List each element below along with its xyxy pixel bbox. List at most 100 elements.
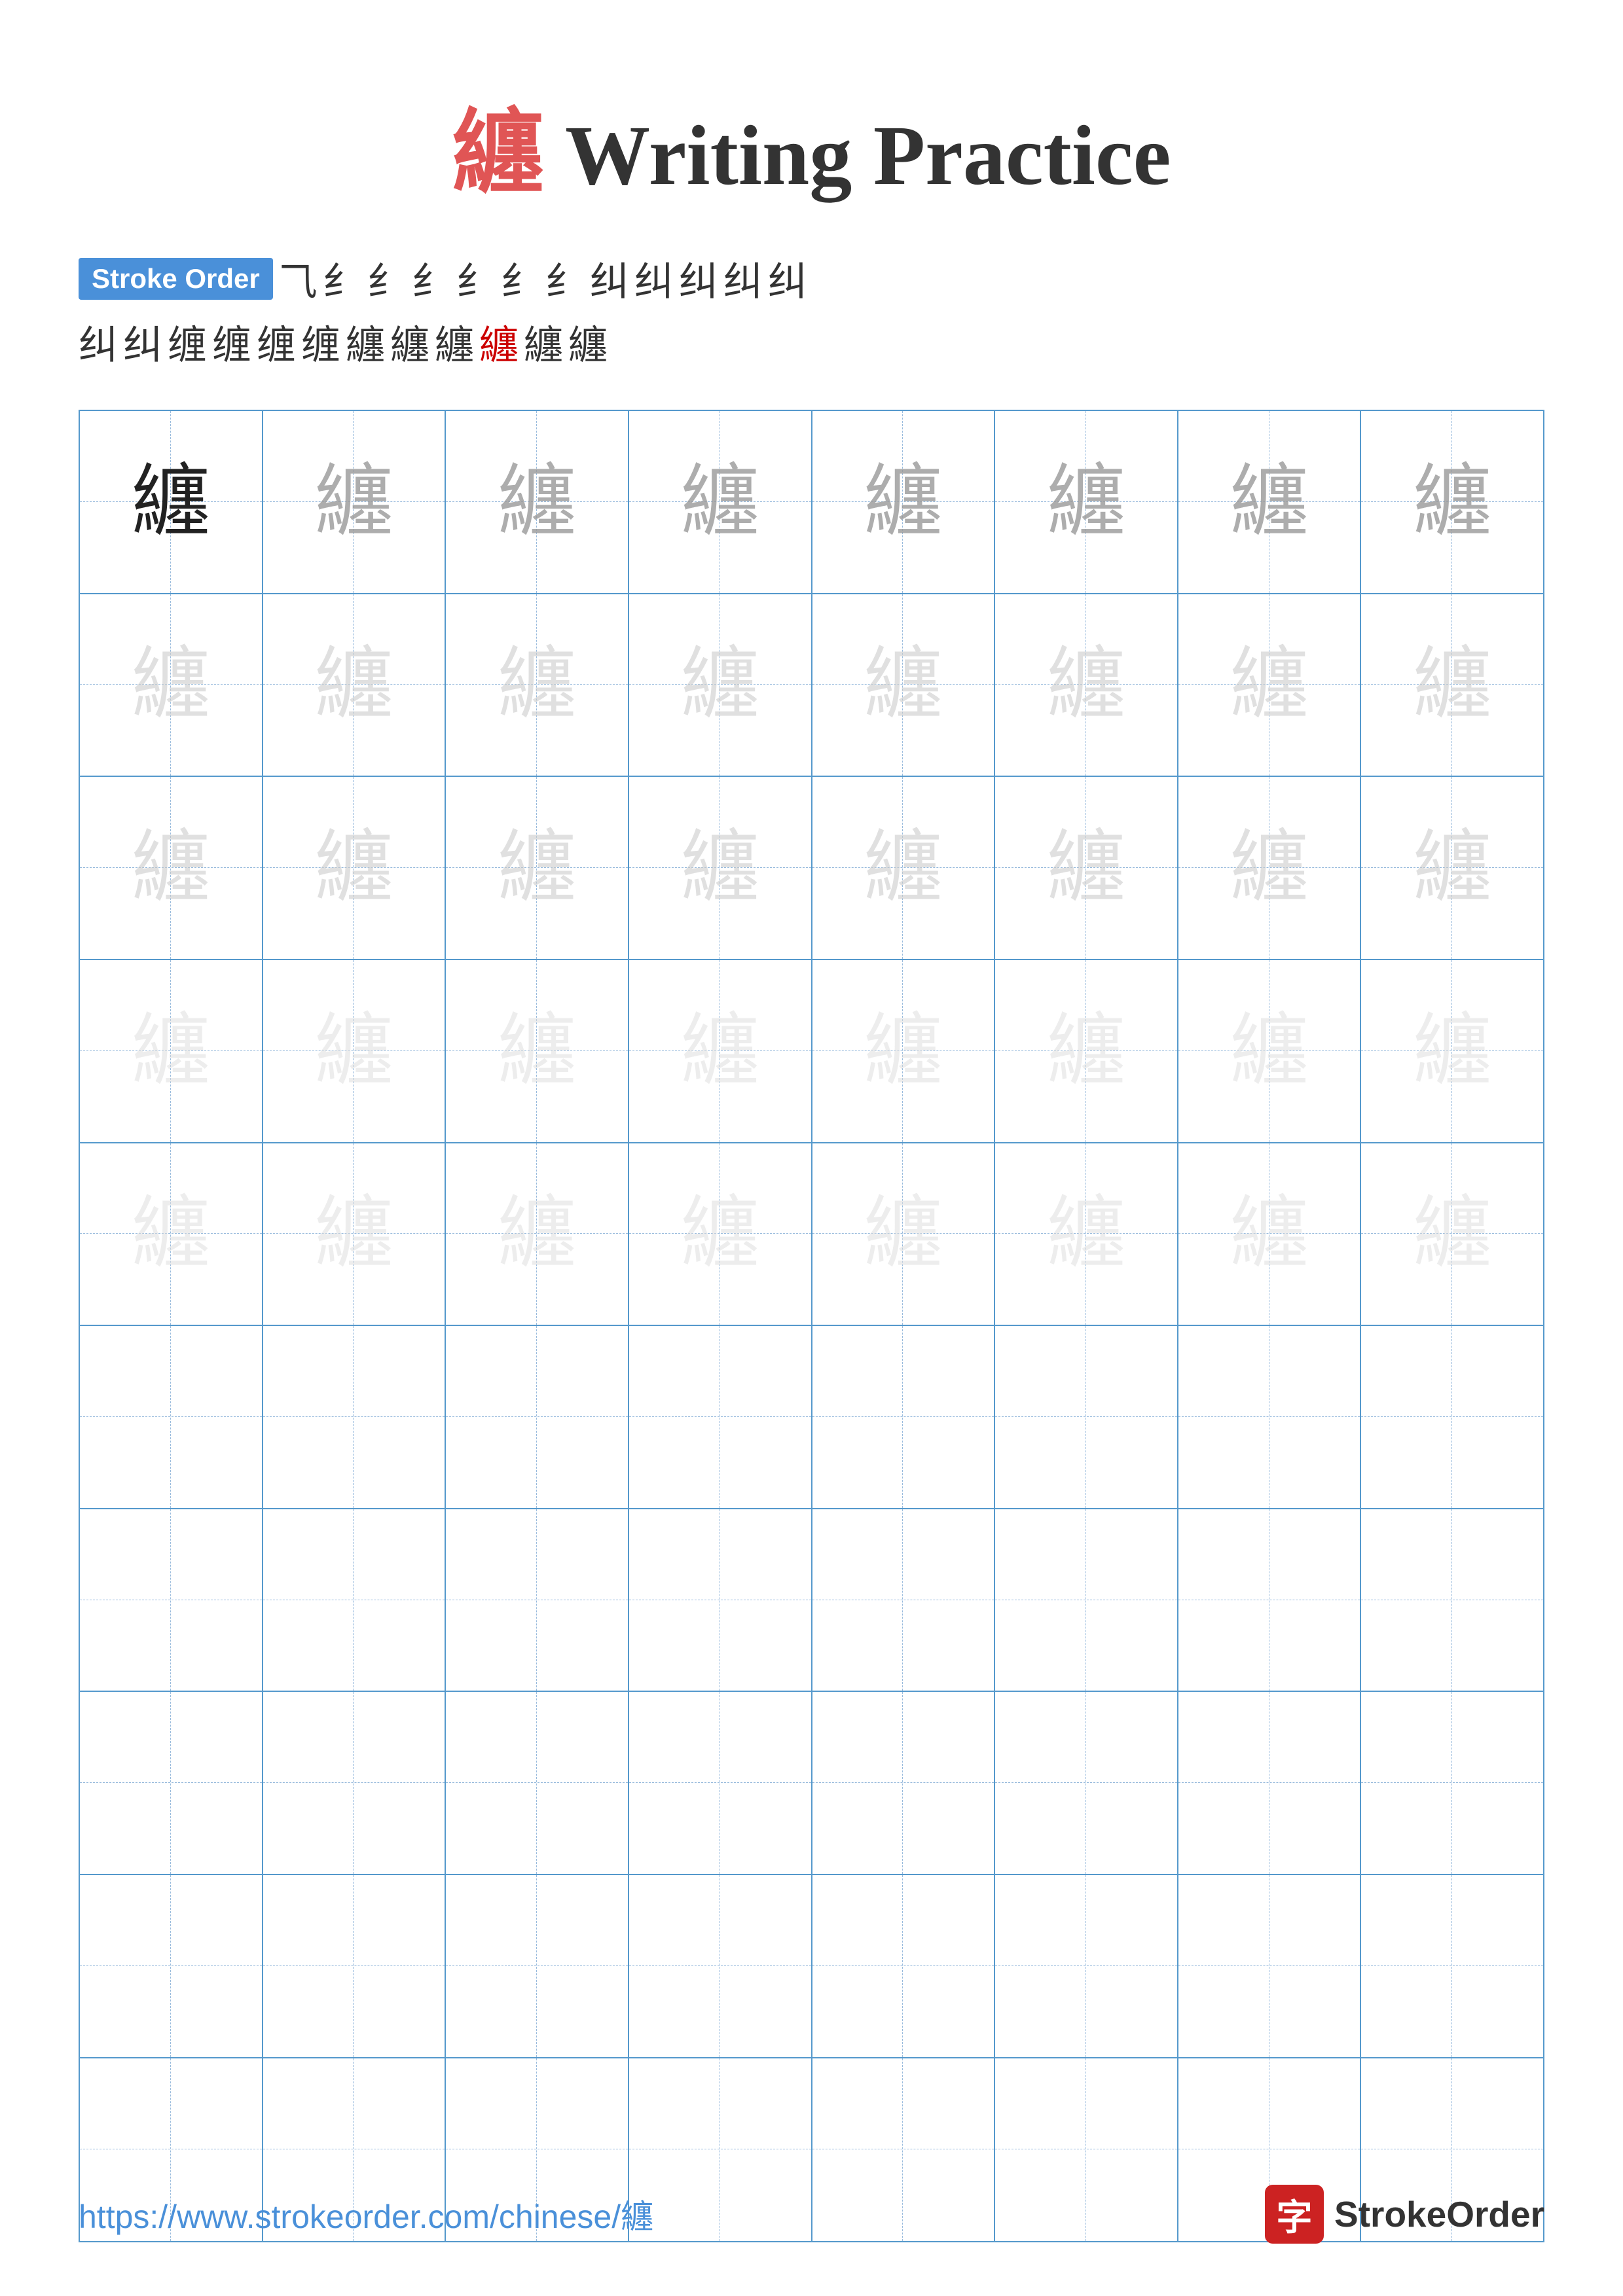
- grid-cell-r4c5[interactable]: 纏: [812, 960, 996, 1143]
- cell-char: 纏: [314, 829, 393, 907]
- grid-cell-r3c5[interactable]: 纏: [812, 777, 996, 960]
- grid-cell-r7c3[interactable]: [446, 1509, 629, 1693]
- title-english-text: Writing Practice: [565, 109, 1171, 203]
- grid-cell-r8c6[interactable]: [995, 1692, 1178, 1875]
- grid-cell-r2c8[interactable]: 纏: [1361, 594, 1543, 778]
- grid-cell-r4c1[interactable]: 纏: [80, 960, 263, 1143]
- grid-cell-r5c8[interactable]: 纏: [1361, 1143, 1543, 1327]
- grid-cell-r8c8[interactable]: [1361, 1692, 1543, 1875]
- grid-row-8: [80, 1692, 1543, 1875]
- cell-char: 纏: [498, 1012, 576, 1090]
- grid-cell-r3c8[interactable]: 纏: [1361, 777, 1543, 960]
- grid-row-3: 纏 纏 纏 纏 纏 纏 纏 纏: [80, 777, 1543, 960]
- grid-cell-r6c5[interactable]: [812, 1326, 996, 1509]
- grid-cell-r2c1[interactable]: 纏: [80, 594, 263, 778]
- grid-cell-r4c3[interactable]: 纏: [446, 960, 629, 1143]
- grid-cell-r9c1[interactable]: [80, 1875, 263, 2058]
- grid-cell-r7c5[interactable]: [812, 1509, 996, 1693]
- grid-cell-r8c4[interactable]: [629, 1692, 812, 1875]
- grid-cell-r5c1[interactable]: 纏: [80, 1143, 263, 1327]
- grid-cell-r6c4[interactable]: [629, 1326, 812, 1509]
- stroke-char-17: 缠: [257, 314, 296, 370]
- grid-cell-r3c3[interactable]: 纏: [446, 777, 629, 960]
- stroke-char-12: 纠: [768, 250, 807, 307]
- cell-char: 纏: [1230, 1012, 1309, 1090]
- grid-cell-r4c8[interactable]: 纏: [1361, 960, 1543, 1143]
- grid-cell-r2c5[interactable]: 纏: [812, 594, 996, 778]
- grid-cell-r9c6[interactable]: [995, 1875, 1178, 2058]
- grid-cell-r6c3[interactable]: [446, 1326, 629, 1509]
- grid-row-4: 纏 纏 纏 纏 纏 纏 纏 纏: [80, 960, 1543, 1143]
- stroke-char-4: 纟: [412, 250, 451, 307]
- stroke-char-21: 纏: [435, 314, 474, 370]
- grid-cell-r6c7[interactable]: [1178, 1326, 1362, 1509]
- stroke-char-20: 纏: [390, 314, 429, 370]
- grid-cell-r7c7[interactable]: [1178, 1509, 1362, 1693]
- stroke-char-5: 纟: [456, 250, 496, 307]
- cell-char: 纏: [681, 1194, 759, 1273]
- grid-cell-r8c7[interactable]: [1178, 1692, 1362, 1875]
- cell-char: 纏: [681, 829, 759, 907]
- grid-cell-r1c3[interactable]: 纏: [446, 411, 629, 594]
- cell-char: 纏: [1230, 463, 1309, 541]
- grid-cell-r9c3[interactable]: [446, 1875, 629, 2058]
- grid-cell-r7c2[interactable]: [263, 1509, 447, 1693]
- grid-cell-r1c1[interactable]: 纏: [80, 411, 263, 594]
- grid-cell-r2c6[interactable]: 纏: [995, 594, 1178, 778]
- grid-cell-r7c1[interactable]: [80, 1509, 263, 1693]
- cell-char: 纏: [498, 829, 576, 907]
- grid-cell-r6c6[interactable]: [995, 1326, 1178, 1509]
- grid-cell-r3c6[interactable]: 纏: [995, 777, 1178, 960]
- grid-cell-r7c6[interactable]: [995, 1509, 1178, 1693]
- grid-cell-r8c3[interactable]: [446, 1692, 629, 1875]
- grid-cell-r1c2[interactable]: 纏: [263, 411, 447, 594]
- grid-cell-r4c7[interactable]: 纏: [1178, 960, 1362, 1143]
- grid-cell-r7c8[interactable]: [1361, 1509, 1543, 1693]
- grid-cell-r9c4[interactable]: [629, 1875, 812, 2058]
- grid-cell-r6c8[interactable]: [1361, 1326, 1543, 1509]
- grid-cell-r8c1[interactable]: [80, 1692, 263, 1875]
- grid-cell-r9c8[interactable]: [1361, 1875, 1543, 2058]
- stroke-char-10: 纠: [679, 250, 718, 307]
- stroke-char-7: 纟: [545, 250, 585, 307]
- grid-cell-r1c6[interactable]: 纏: [995, 411, 1178, 594]
- grid-cell-r4c4[interactable]: 纏: [629, 960, 812, 1143]
- grid-cell-r9c2[interactable]: [263, 1875, 447, 2058]
- cell-char: 纏: [1413, 1194, 1491, 1273]
- grid-cell-r1c8[interactable]: 纏: [1361, 411, 1543, 594]
- cell-char: 纏: [1047, 645, 1125, 724]
- grid-cell-r2c2[interactable]: 纏: [263, 594, 447, 778]
- grid-cell-r9c7[interactable]: [1178, 1875, 1362, 2058]
- footer-url[interactable]: https://www.strokeorder.com/chinese/纏: [79, 2191, 653, 2238]
- grid-cell-r3c2[interactable]: 纏: [263, 777, 447, 960]
- grid-cell-r5c5[interactable]: 纏: [812, 1143, 996, 1327]
- grid-cell-r5c6[interactable]: 纏: [995, 1143, 1178, 1327]
- cell-char: 纏: [132, 645, 210, 724]
- grid-row-5: 纏 纏 纏 纏 纏 纏 纏 纏: [80, 1143, 1543, 1327]
- grid-cell-r1c7[interactable]: 纏: [1178, 411, 1362, 594]
- grid-cell-r3c7[interactable]: 纏: [1178, 777, 1362, 960]
- grid-cell-r1c5[interactable]: 纏: [812, 411, 996, 594]
- grid-cell-r4c6[interactable]: 纏: [995, 960, 1178, 1143]
- grid-cell-r5c2[interactable]: 纏: [263, 1143, 447, 1327]
- grid-cell-r3c1[interactable]: 纏: [80, 777, 263, 960]
- grid-cell-r2c4[interactable]: 纏: [629, 594, 812, 778]
- grid-cell-r4c2[interactable]: 纏: [263, 960, 447, 1143]
- grid-cell-r6c1[interactable]: [80, 1326, 263, 1509]
- grid-cell-r6c2[interactable]: [263, 1326, 447, 1509]
- grid-cell-r5c7[interactable]: 纏: [1178, 1143, 1362, 1327]
- stroke-char-11: 纠: [723, 250, 763, 307]
- grid-cell-r7c4[interactable]: [629, 1509, 812, 1693]
- grid-cell-r9c5[interactable]: [812, 1875, 996, 2058]
- footer-logo-text: StrokeOrder: [1334, 2193, 1544, 2235]
- grid-cell-r5c3[interactable]: 纏: [446, 1143, 629, 1327]
- grid-cell-r3c4[interactable]: 纏: [629, 777, 812, 960]
- grid-cell-r5c4[interactable]: 纏: [629, 1143, 812, 1327]
- grid-cell-r1c4[interactable]: 纏: [629, 411, 812, 594]
- cell-char: 纏: [864, 463, 942, 541]
- grid-cell-r2c7[interactable]: 纏: [1178, 594, 1362, 778]
- grid-cell-r2c3[interactable]: 纏: [446, 594, 629, 778]
- stroke-order-row-1: Stroke Order ⺄ 纟 纟 纟 纟 纟 纟 纠 纠 纠 纠 纠: [79, 250, 1544, 307]
- grid-cell-r8c5[interactable]: [812, 1692, 996, 1875]
- grid-cell-r8c2[interactable]: [263, 1692, 447, 1875]
